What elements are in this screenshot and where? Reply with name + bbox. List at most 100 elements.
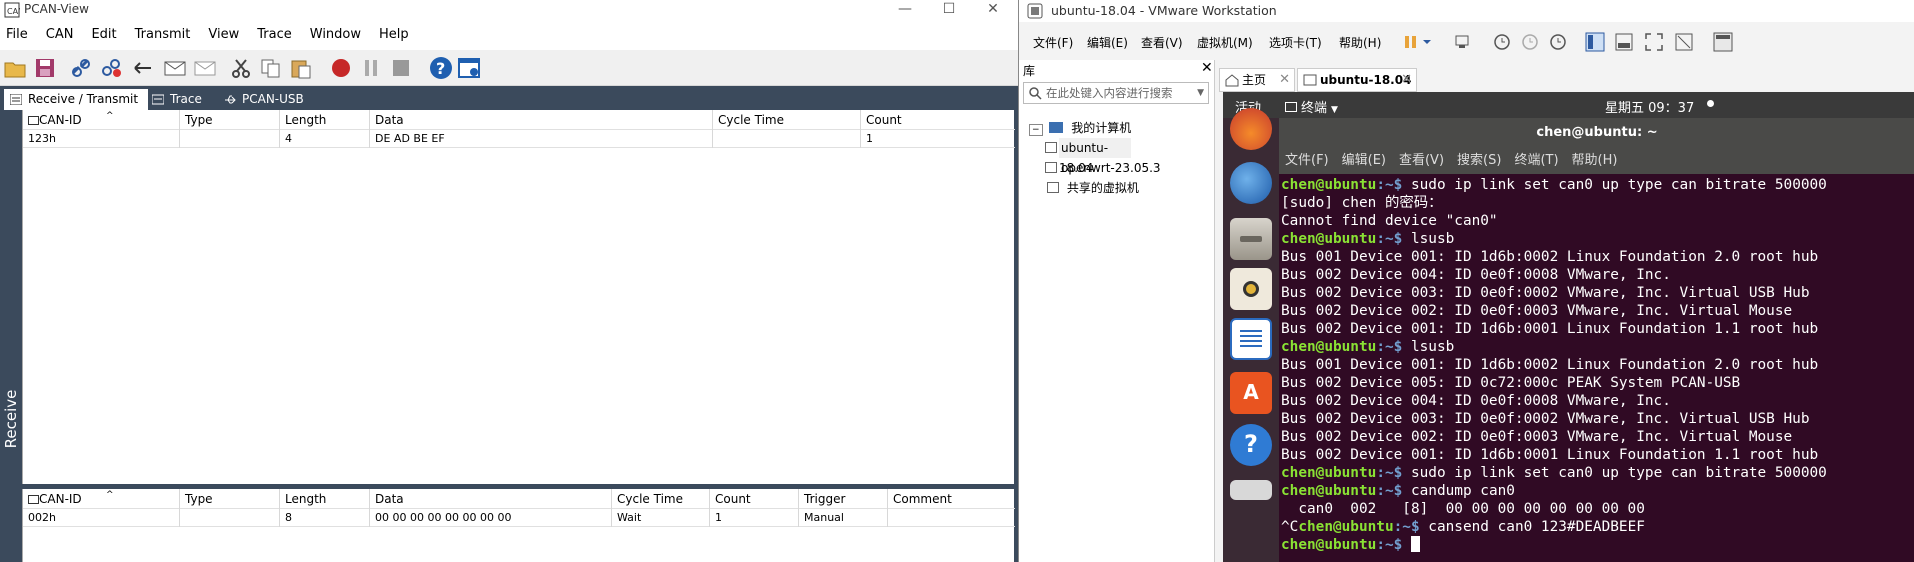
show-library-icon[interactable] [1585, 32, 1605, 52]
vm-menu-view[interactable]: 查看(V) [1141, 34, 1183, 51]
about-icon[interactable] [456, 55, 482, 81]
reset-icon[interactable] [130, 55, 156, 81]
vm-menu-edit[interactable]: 编辑(E) [1087, 34, 1128, 51]
ubuntu-guest-screen[interactable]: 活动 终端▼ 星期五 09：37 A ? chen@ubuntu: ~ 文件(F… [1223, 92, 1914, 562]
term-menu-search[interactable]: 搜索(S) [1457, 153, 1501, 168]
col-can-id[interactable]: CAN-ID ^ [30, 489, 180, 509]
pause-dropdown-icon[interactable] [1403, 34, 1433, 50]
connect-icon[interactable] [68, 55, 94, 81]
col-type[interactable]: Type [180, 489, 280, 509]
pcan-toolbar: ? [0, 50, 1018, 86]
vm-menu-tabs[interactable]: 选项卡(T) [1269, 34, 1322, 51]
fullscreen-icon[interactable] [1645, 33, 1663, 51]
search-dropdown-icon[interactable]: ▼ [1197, 83, 1204, 103]
help-icon[interactable]: ? [1230, 424, 1272, 466]
collapse-icon[interactable]: − [1029, 124, 1043, 136]
prompt-user: chen@ubuntu [1281, 465, 1377, 481]
paste-icon[interactable] [288, 55, 314, 81]
menu-window[interactable]: Window [310, 24, 361, 46]
tab-pcan-usb[interactable]: PCAN-USB [218, 89, 314, 110]
tab-receive-transmit[interactable]: Receive / Transmit [4, 89, 149, 110]
tab-ubuntu-1804[interactable]: ubuntu-18.04 ✕ [1297, 68, 1417, 92]
col-cycle-time[interactable]: Cycle Time [612, 489, 710, 509]
library-close-icon[interactable]: ✕ [1201, 60, 1213, 76]
col-cycle-time[interactable]: Cycle Time [713, 110, 861, 130]
term-menu-file[interactable]: 文件(F) [1285, 153, 1329, 168]
terminal-output[interactable]: chen@ubuntu:~$ sudo ip link set can0 up … [1281, 176, 1914, 562]
tree-ubuntu-1804[interactable]: ubuntu-18.04 [1045, 138, 1131, 175]
col-comment[interactable]: Comment [888, 489, 1015, 509]
app-menu[interactable]: 终端 ▼ [1285, 97, 1338, 116]
terminal-line: chen@ubuntu:~$ [1281, 536, 1914, 554]
save-icon[interactable] [32, 55, 58, 81]
terminal-window[interactable]: chen@ubuntu: ~ 文件(F) 编辑(E) 查看(V) 搜索(S) 终端(T)… [1279, 118, 1914, 562]
gnome-top-bar: 活动 终端▼ 星期五 09：37 [1223, 92, 1914, 118]
col-data[interactable]: Data [370, 489, 612, 509]
col-count[interactable]: Count [861, 110, 1015, 130]
stop-icon[interactable] [388, 55, 414, 81]
col-count[interactable]: Count [710, 489, 799, 509]
menu-can[interactable]: CAN [46, 24, 74, 46]
vm-menu-help[interactable]: 帮助(H) [1339, 34, 1381, 51]
tab-close-icon[interactable]: ✕ [1401, 69, 1412, 91]
thunderbird-icon[interactable] [1230, 162, 1272, 204]
maximize-button[interactable]: ☐ [934, 1, 964, 19]
send-ctrl-alt-del-icon[interactable] [1453, 34, 1471, 50]
pause-icon[interactable] [358, 55, 384, 81]
chevron-down-icon: ▼ [1331, 105, 1338, 115]
menu-transmit[interactable]: Transmit [135, 24, 191, 46]
term-menu-terminal[interactable]: 终端(T) [1514, 153, 1558, 168]
console-view-icon[interactable] [1713, 32, 1733, 52]
terminal-dock-icon[interactable] [1230, 480, 1272, 500]
tree-shared-vms-label: 共享的虚拟机 [1066, 181, 1139, 195]
help-icon[interactable]: ? [428, 55, 454, 81]
term-menu-view[interactable]: 查看(V) [1399, 153, 1444, 168]
menu-trace[interactable]: Trace [257, 24, 292, 46]
menu-edit[interactable]: Edit [91, 24, 116, 46]
col-data[interactable]: Data [370, 110, 713, 130]
term-menu-edit[interactable]: 编辑(E) [1342, 153, 1386, 168]
col-length[interactable]: Length [280, 110, 370, 130]
software-center-icon[interactable]: A [1230, 372, 1272, 414]
tab-close-icon[interactable]: ✕ [1279, 69, 1290, 91]
message-icon[interactable] [192, 55, 218, 81]
table-row[interactable]: 002h 8 00 00 00 00 00 00 00 00 Wait 1 Ma… [23, 509, 1015, 527]
snapshot-icon[interactable] [1493, 33, 1511, 51]
tree-my-computer[interactable]: − 我的计算机 [1029, 118, 1131, 138]
menu-file[interactable]: File [6, 24, 28, 46]
prompt-user: chen@ubuntu [1281, 339, 1377, 355]
library-search-input[interactable]: 在此处键入内容进行搜索 ▼ [1023, 82, 1209, 104]
disconnect-icon[interactable] [98, 55, 124, 81]
minimize-button[interactable]: — [890, 1, 920, 19]
clock[interactable]: 星期五 09：37 [1605, 97, 1694, 116]
open-folder-icon[interactable] [2, 55, 28, 81]
cut-icon[interactable] [228, 55, 254, 81]
record-icon[interactable] [328, 55, 354, 81]
vm-menu-vm[interactable]: 虚拟机(M) [1197, 34, 1253, 51]
firefox-icon[interactable] [1230, 108, 1272, 150]
col-can-id[interactable]: CAN-ID ^ [30, 110, 180, 130]
rhythmbox-icon[interactable] [1230, 268, 1272, 310]
tab-trace[interactable]: Trace [146, 89, 212, 110]
col-type[interactable]: Type [180, 110, 280, 130]
menu-help[interactable]: Help [379, 24, 409, 46]
snapshot-manager-icon[interactable] [1549, 33, 1567, 51]
term-menu-help[interactable]: 帮助(H) [1572, 153, 1618, 168]
menu-view[interactable]: View [208, 24, 239, 46]
unity-icon[interactable] [1675, 33, 1693, 51]
new-message-icon[interactable] [162, 55, 188, 81]
files-icon[interactable] [1230, 218, 1272, 260]
vm-menu-file[interactable]: 文件(F) [1033, 34, 1073, 51]
tree-shared-vms[interactable]: 共享的虚拟机 [1047, 178, 1139, 198]
table-row[interactable]: 123h 4 DE AD BE EF 1 [23, 130, 1015, 148]
copy-icon[interactable] [258, 55, 284, 81]
writer-icon[interactable] [1230, 318, 1272, 360]
tab-home[interactable]: 主页 ✕ [1219, 68, 1295, 92]
cell-trigger: Manual [799, 509, 888, 527]
close-button[interactable]: ✕ [978, 1, 1008, 19]
col-length[interactable]: Length [280, 489, 370, 509]
tree-openwrt[interactable]: openwrt-23.05.3 [1045, 158, 1161, 178]
thumbnail-bar-icon[interactable] [1615, 33, 1633, 51]
transmit-grid: CAN-ID ^ Type Length Data Cycle Time Coun… [22, 489, 1015, 562]
col-trigger[interactable]: Trigger [799, 489, 888, 509]
